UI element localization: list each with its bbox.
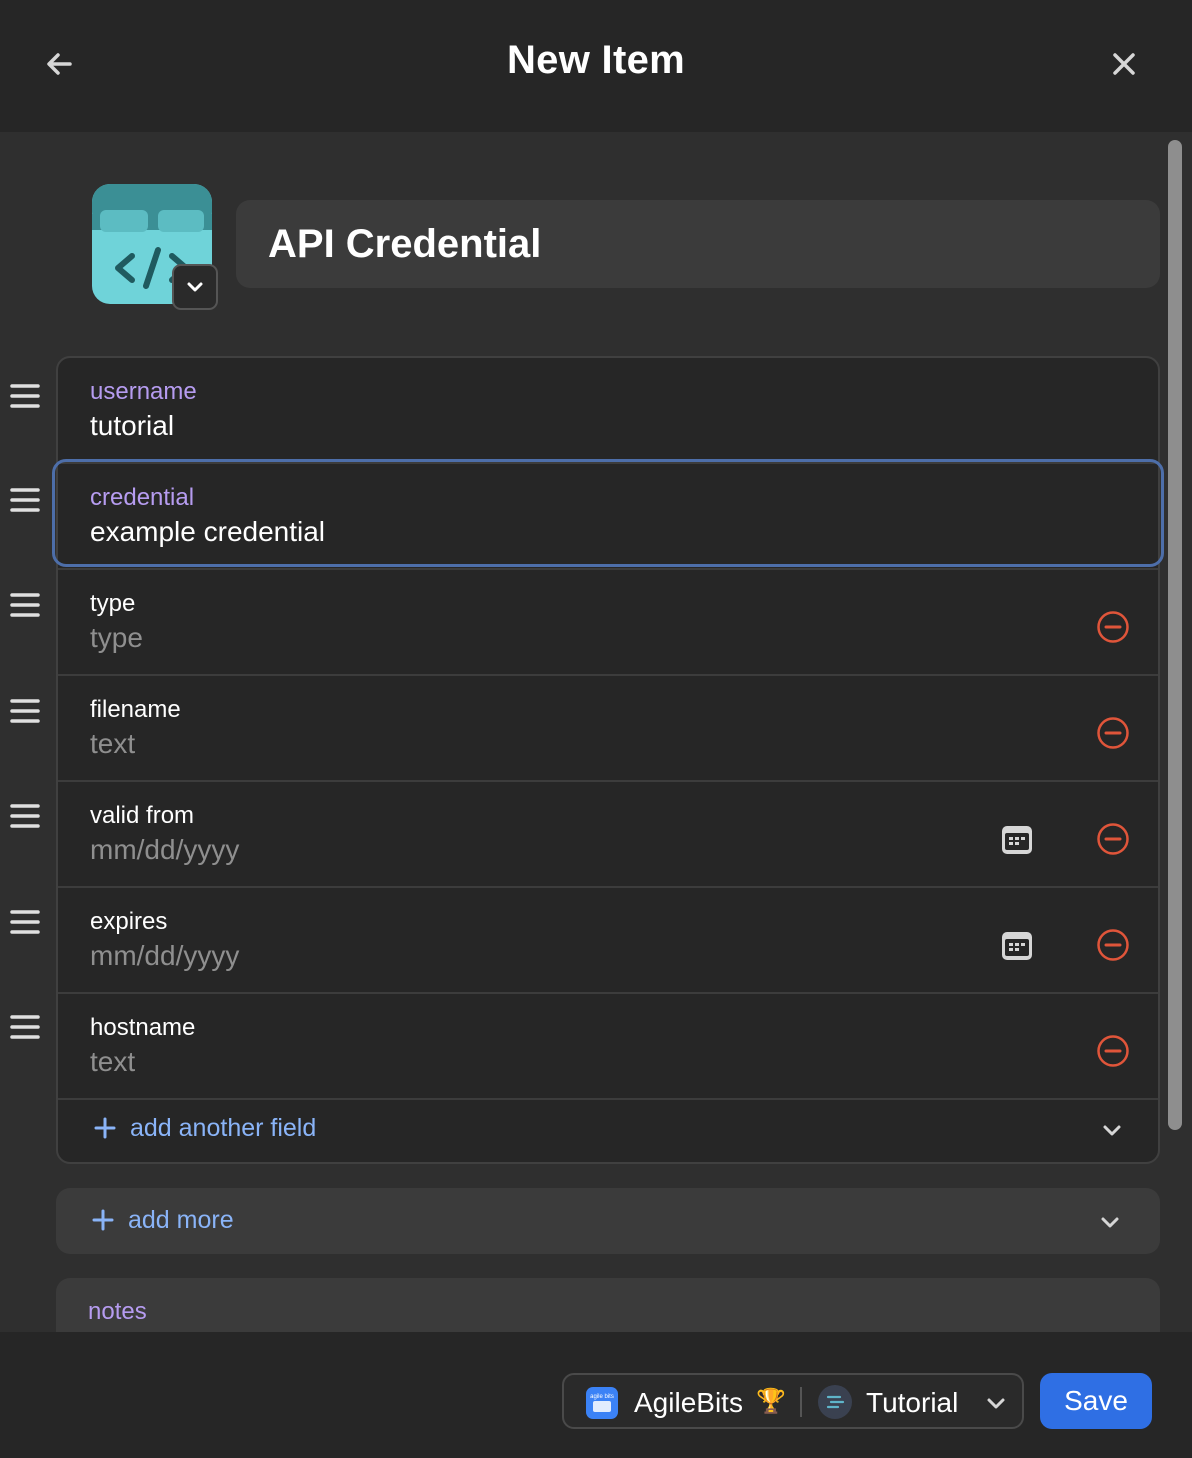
field-value[interactable]: mm/dd/yyyy <box>90 940 239 972</box>
close-icon[interactable] <box>1104 44 1144 84</box>
plus-icon <box>92 1209 114 1231</box>
add-field-label: add another field <box>130 1114 317 1142</box>
remove-field-icon[interactable] <box>1096 610 1130 644</box>
drag-handle-icon[interactable] <box>10 802 40 830</box>
notes-label: notes <box>88 1298 147 1325</box>
field-row-valid-from[interactable]: valid from mm/dd/yyyy <box>58 782 1158 888</box>
header: New Item <box>0 0 1192 132</box>
field-label: expires <box>90 908 168 935</box>
remove-field-icon[interactable] <box>1096 1034 1130 1068</box>
field-row-hostname[interactable]: hostname text <box>58 994 1158 1100</box>
vault-name: Tutorial <box>866 1387 959 1418</box>
icon-dropdown-button[interactable] <box>172 264 218 310</box>
save-button[interactable]: Save <box>1040 1373 1152 1429</box>
drag-handle-icon[interactable] <box>10 382 40 410</box>
field-label: type <box>90 590 136 617</box>
field-label: username <box>90 378 197 405</box>
calendar-icon[interactable] <box>1000 928 1034 962</box>
account-name: AgileBits <box>634 1387 743 1418</box>
field-value[interactable]: tutorial <box>90 410 174 442</box>
divider <box>800 1387 802 1417</box>
remove-field-icon[interactable] <box>1096 716 1130 750</box>
field-label: hostname <box>90 1014 196 1041</box>
chevron-down-icon <box>987 1398 1005 1409</box>
field-label: valid from <box>90 802 195 829</box>
field-label: filename <box>90 696 181 723</box>
scrollbar[interactable] <box>1168 140 1182 1130</box>
drag-handle-icon[interactable] <box>10 697 40 725</box>
remove-field-icon[interactable] <box>1096 928 1130 962</box>
trophy-icon: 🏆 <box>756 1388 786 1415</box>
field-value[interactable]: mm/dd/yyyy <box>90 834 239 866</box>
field-value[interactable]: type <box>90 622 143 654</box>
drag-handle-icon[interactable] <box>10 908 40 936</box>
chevron-down-icon[interactable] <box>1098 1210 1122 1234</box>
focus-ring <box>52 459 1164 567</box>
drag-handle-icon[interactable] <box>10 591 40 619</box>
page-title: New Item <box>506 38 685 82</box>
chevron-down-icon[interactable] <box>1100 1118 1124 1142</box>
chevron-down-icon <box>187 282 203 292</box>
add-more-label: add more <box>128 1206 234 1234</box>
field-value[interactable]: text <box>90 1046 135 1078</box>
vault-icon <box>818 1385 852 1419</box>
calendar-icon[interactable] <box>1000 822 1034 856</box>
drag-handle-icon[interactable] <box>10 1013 40 1041</box>
item-title-input[interactable]: API Credential <box>236 200 1160 288</box>
add-another-field-button[interactable]: add another field <box>58 1096 1158 1162</box>
remove-field-icon[interactable] <box>1096 822 1130 856</box>
add-more-button[interactable]: add more <box>56 1188 1160 1254</box>
field-row-type[interactable]: type type <box>58 570 1158 676</box>
account-icon: agile bits <box>586 1387 618 1419</box>
drag-handle-icon[interactable] <box>10 486 40 514</box>
account-icon-text: agile bits <box>590 1394 614 1400</box>
field-row-username[interactable]: username tutorial <box>58 358 1158 464</box>
field-row-expires[interactable]: expires mm/dd/yyyy <box>58 888 1158 994</box>
vault-selector[interactable]: agile bits AgileBits 🏆 Tutorial <box>562 1373 1024 1429</box>
field-row-filename[interactable]: filename text <box>58 676 1158 782</box>
field-value[interactable]: text <box>90 728 135 760</box>
plus-icon <box>94 1117 116 1139</box>
